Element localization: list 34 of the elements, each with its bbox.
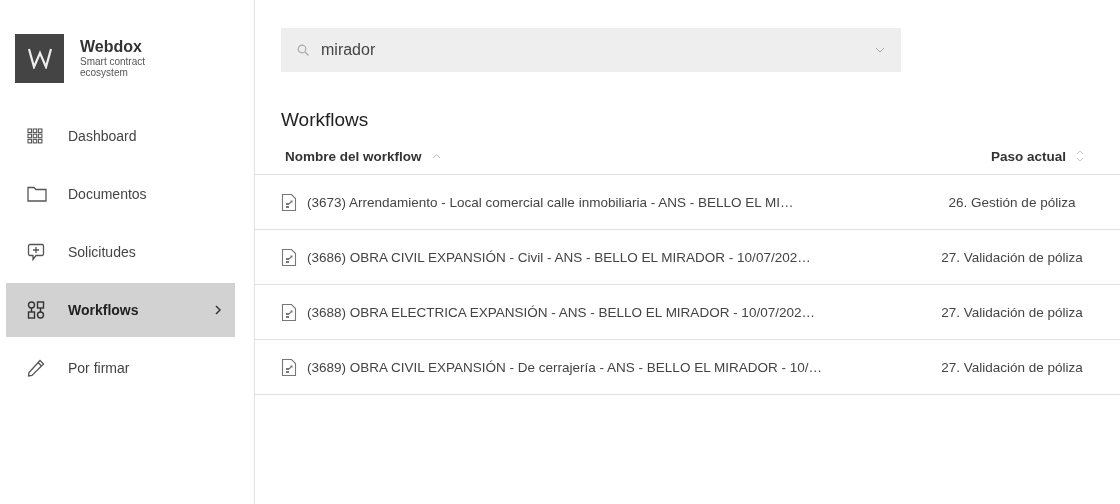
- search-field[interactable]: mirador: [281, 28, 901, 72]
- sort-icon[interactable]: [1076, 150, 1084, 162]
- document-icon: [281, 302, 297, 322]
- chevron-right-icon: [215, 305, 221, 315]
- table-cell-text: 27. Validación de póliza: [940, 359, 1084, 375]
- workflow-icon: [27, 301, 45, 319]
- table-cell-text: 27. Validación de póliza: [940, 304, 1084, 320]
- folder-icon: [27, 186, 47, 202]
- document-icon: [281, 247, 297, 267]
- sidebar-item[interactable]: Documentos: [6, 167, 235, 221]
- pen-icon: [27, 359, 45, 377]
- table-cell[interactable]: (3673) Arrendamiento - Local comercial calle inmobiliaria - ANS - BELLO EL MI…: [307, 194, 794, 210]
- table-cell-text: 27. Validación de póliza: [940, 249, 1084, 265]
- table-cell-text: 26. Gestión de póliza: [947, 194, 1077, 210]
- section-title: Workflows: [281, 108, 370, 132]
- search-icon: [297, 44, 309, 56]
- sidebar-item[interactable]: Workflows: [6, 283, 235, 337]
- document-icon: [281, 192, 297, 212]
- column-header[interactable]: Nombre del workflow: [285, 148, 422, 164]
- chevron-down-icon[interactable]: [875, 47, 885, 53]
- logo: [15, 33, 64, 83]
- sidebar-item[interactable]: Por firmar: [6, 341, 235, 395]
- document-icon: [281, 357, 297, 377]
- brand-tagline: Smart contract ecosystem: [80, 56, 147, 78]
- table-cell[interactable]: (3686) OBRA CIVIL EXPANSIÓN - Civil - ANS - BELLO EL MIRADOR - 10/07/202…: [307, 249, 811, 265]
- sidebar-item[interactable]: Solicitudes: [6, 225, 235, 279]
- grid-icon: [27, 128, 43, 144]
- sidebar-item[interactable]: Dashboard: [6, 109, 235, 163]
- table-cell[interactable]: (3688) OBRA ELECTRICA EXPANSIÓN - ANS - BELLO EL MIRADOR - 10/07/202…: [307, 304, 815, 320]
- table-cell[interactable]: (3689) OBRA CIVIL EXPANSIÓN - De cerrajería - ANS - BELLO EL MIRADOR - 10/…: [307, 359, 822, 375]
- chat-plus-icon: [27, 243, 45, 261]
- sort-up-icon[interactable]: [431, 153, 441, 159]
- brand-name: Webdox: [80, 38, 143, 56]
- column-header[interactable]: Paso actual: [990, 148, 1066, 164]
